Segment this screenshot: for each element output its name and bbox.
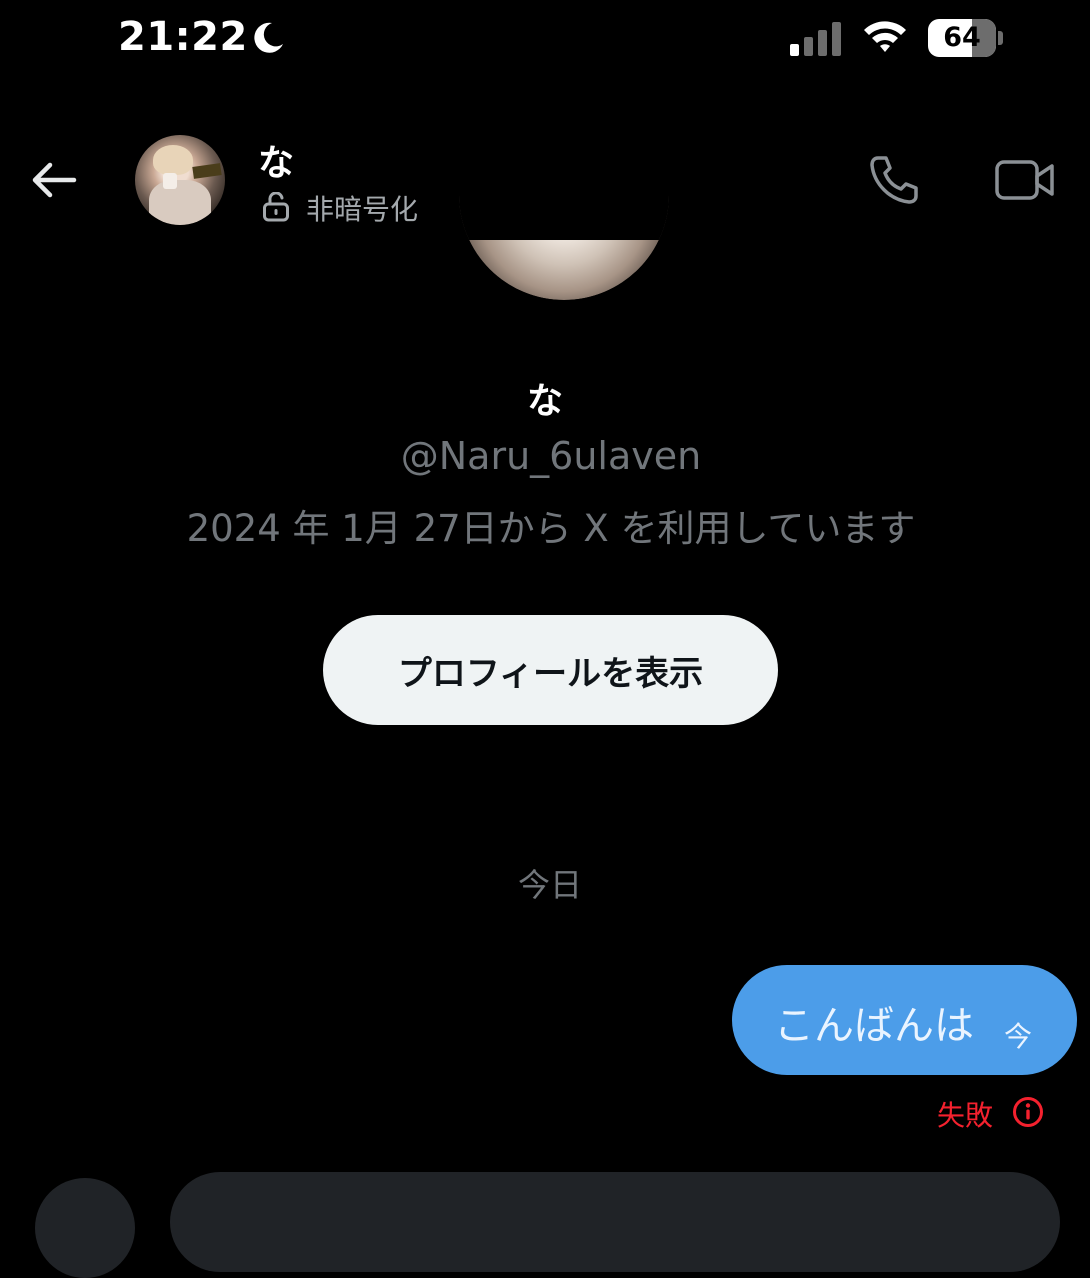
- message-time: 今: [1004, 1020, 1033, 1053]
- message-failed-label: 失敗: [937, 1099, 994, 1132]
- message-text: こんばんは: [774, 1003, 974, 1049]
- date-separator: 今日: [517, 866, 582, 904]
- message-input[interactable]: [170, 1172, 1060, 1272]
- header-name[interactable]: な: [258, 134, 294, 186]
- avatar[interactable]: [135, 135, 225, 225]
- unlock-icon: [263, 192, 289, 222]
- battery-icon: 64: [928, 19, 1004, 57]
- video-camera-icon[interactable]: [994, 154, 1056, 206]
- moon-icon: [254, 22, 283, 53]
- signal-icon: [790, 22, 841, 56]
- back-button[interactable]: [24, 150, 84, 210]
- status-time: 21:22: [118, 14, 248, 60]
- phone-icon[interactable]: [866, 152, 922, 208]
- profile-avatar[interactable]: [459, 180, 669, 300]
- composer-attach-button[interactable]: [35, 1178, 135, 1278]
- battery-percent: 64: [943, 22, 981, 53]
- info-icon[interactable]: [1012, 1096, 1044, 1128]
- profile-joined-date: 2024 年 1月 27日から X を利用しています: [186, 507, 916, 550]
- profile-handle: @Naru_6ulaven: [400, 434, 702, 478]
- back-arrow-icon: [32, 162, 77, 198]
- encryption-status: 非暗号化: [306, 193, 419, 226]
- profile-name: な: [526, 381, 563, 422]
- view-profile-button[interactable]: プロフィールを表示: [323, 615, 778, 725]
- wifi-icon: [864, 21, 906, 52]
- message-bubble[interactable]: こんばんは 今: [732, 965, 1077, 1075]
